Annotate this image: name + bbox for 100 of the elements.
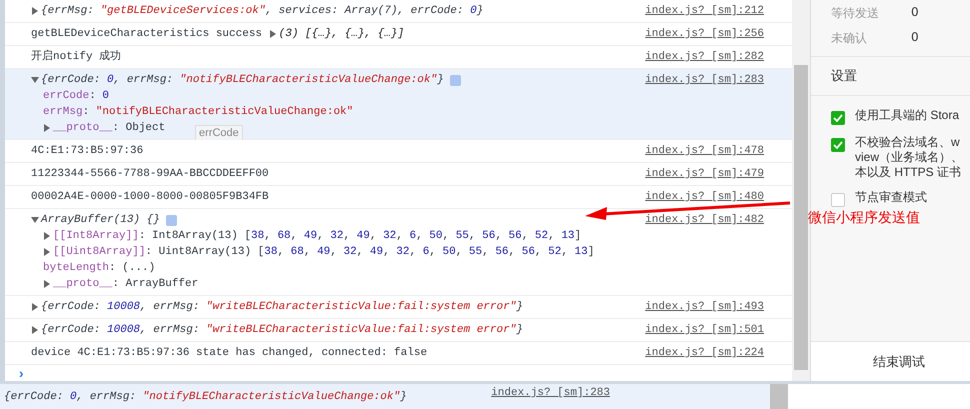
expand-arrow-icon[interactable] xyxy=(43,124,51,132)
source-link[interactable]: index.js? [sm]:283 xyxy=(491,385,610,401)
log-text: : Uint8Array(13) [ xyxy=(145,245,264,260)
log-text: "notifyBLECharacteristicValueChange:ok" xyxy=(142,390,400,405)
log-text: 38 xyxy=(264,245,278,260)
log-text: , xyxy=(396,229,404,244)
log-text: 56 xyxy=(482,229,496,244)
expand-arrow-icon[interactable] xyxy=(43,280,51,288)
log-text: [[Uint8Array]] xyxy=(53,245,146,260)
scrollbar[interactable] xyxy=(792,0,810,381)
end-debug-button[interactable]: 结束调试 xyxy=(811,341,970,381)
log-text: getBLEDeviceCharacteristics success xyxy=(31,27,264,42)
log-text: device 4C:E1:73:B5:97:36 state has changed, connected: false xyxy=(31,346,428,361)
log-text: 56 xyxy=(508,229,522,244)
expand-arrow-icon[interactable] xyxy=(268,30,277,38)
log-text: 56 xyxy=(495,245,509,260)
log-text: __proto__ xyxy=(53,277,112,292)
log-text: 52 xyxy=(548,245,562,260)
log-text: {errMsg: xyxy=(41,4,95,19)
log-text: 52 xyxy=(534,229,548,244)
log-text: , xyxy=(409,245,418,260)
log-text: 0 xyxy=(102,89,110,104)
source-link[interactable]: index.js? [sm]:480 xyxy=(645,189,764,205)
checkbox[interactable] xyxy=(831,193,845,207)
console-prompt[interactable]: › xyxy=(5,365,792,385)
settings-title: 设置 xyxy=(811,56,970,96)
log-text: } xyxy=(516,323,523,338)
source-link[interactable]: index.js? [sm]:478 xyxy=(645,143,764,159)
tooltip: errCode xyxy=(195,125,243,141)
log-text: , xyxy=(456,245,464,260)
log-text: 00002A4E-0000-1000-8000-00805F9B34FB xyxy=(31,190,269,205)
log-text: 32 xyxy=(343,245,357,260)
setting-label: 节点审查模式 xyxy=(855,190,927,205)
log-text: , xyxy=(442,229,450,244)
log-text: : xyxy=(89,89,97,104)
log-text: , xyxy=(317,229,325,244)
source-link[interactable]: index.js? [sm]:479 xyxy=(645,166,764,182)
log-text: , errMsg: xyxy=(140,300,200,315)
log-text: 68 xyxy=(277,229,291,244)
log-text: , xyxy=(277,245,286,260)
setting-label: 不校验合法域名、w xyxy=(855,135,961,150)
log-text: , xyxy=(383,245,391,260)
log-text: , xyxy=(370,229,378,244)
log-text: , xyxy=(264,229,272,244)
log-text: 50 xyxy=(429,229,442,244)
log-text: : Int8Array(13) [ xyxy=(138,229,252,244)
source-link[interactable]: index.js? [sm]:501 xyxy=(645,322,764,338)
expand-arrow-icon[interactable] xyxy=(31,76,39,84)
log-text: 4C:E1:73:B5:97:36 xyxy=(31,144,144,159)
log-text: 32 xyxy=(396,245,410,260)
log-text: 49 xyxy=(317,245,330,260)
log-text: 0 xyxy=(107,73,114,88)
expand-arrow-icon[interactable] xyxy=(43,232,51,240)
annotation-label: 微信小程序发送值 xyxy=(808,209,920,227)
log-text: , xyxy=(548,229,556,244)
log-text: 49 xyxy=(370,245,384,260)
log-text: , errMsg: xyxy=(76,390,138,405)
expand-arrow-icon[interactable] xyxy=(31,7,39,15)
log-text: {errCode: xyxy=(41,323,102,338)
log-text: } xyxy=(437,73,444,88)
log-text: , xyxy=(495,229,503,244)
log-text: , errMsg: xyxy=(114,73,174,88)
log-text: 32 xyxy=(330,229,344,244)
log-text: , xyxy=(522,229,530,244)
log-text: ArrayBuffer(13) {} xyxy=(41,213,160,228)
log-text: {errCode: xyxy=(4,390,64,405)
log-text: , xyxy=(468,229,477,244)
expand-arrow-icon[interactable] xyxy=(31,326,39,334)
log-text: 11223344-5566-7788-99AA-BBCCDDEEFF00 xyxy=(31,167,269,182)
stat-label: 等待发送 xyxy=(831,5,880,22)
log-text: } xyxy=(476,4,484,19)
log-text: 50 xyxy=(442,245,456,260)
scrollbar[interactable] xyxy=(770,384,788,409)
log-text: "writeBLECharacteristicValue:fail:system error" xyxy=(206,300,516,315)
source-link[interactable]: index.js? [sm]:256 xyxy=(645,26,764,42)
source-link[interactable]: index.js? [sm]:482 xyxy=(645,212,764,228)
log-text: (3) [{…}, {…}, {…}] xyxy=(278,27,404,42)
log-text: [[Int8Array]] xyxy=(53,229,139,244)
expand-arrow-icon[interactable] xyxy=(31,303,39,311)
log-text: 56 xyxy=(522,245,535,260)
checkbox[interactable] xyxy=(831,111,845,125)
log-text: : xyxy=(82,105,90,120)
setting-label: 本以及 HTTPS 证书 xyxy=(855,165,962,180)
source-link[interactable]: index.js? [sm]:282 xyxy=(645,49,764,65)
source-link[interactable]: index.js? [sm]:283 xyxy=(645,72,764,88)
log-text: "notifyBLECharacteristicValueChange:ok" xyxy=(180,73,438,88)
log-text: , xyxy=(356,245,364,260)
source-link[interactable]: index.js? [sm]:224 xyxy=(645,345,764,361)
log-text: 0 xyxy=(470,4,477,19)
log-text: 13 xyxy=(574,245,588,260)
source-link[interactable]: index.js? [sm]:212 xyxy=(645,3,764,19)
expand-arrow-icon[interactable] xyxy=(43,248,51,256)
log-text: , xyxy=(429,245,437,260)
expand-arrow-icon[interactable] xyxy=(31,216,39,224)
log-text: , xyxy=(534,245,543,260)
log-text: 13 xyxy=(561,229,575,244)
setting-label: view（业务域名）、 xyxy=(855,150,964,165)
checkbox[interactable] xyxy=(831,138,845,152)
log-text: , xyxy=(343,229,352,244)
source-link[interactable]: index.js? [sm]:493 xyxy=(645,299,764,315)
